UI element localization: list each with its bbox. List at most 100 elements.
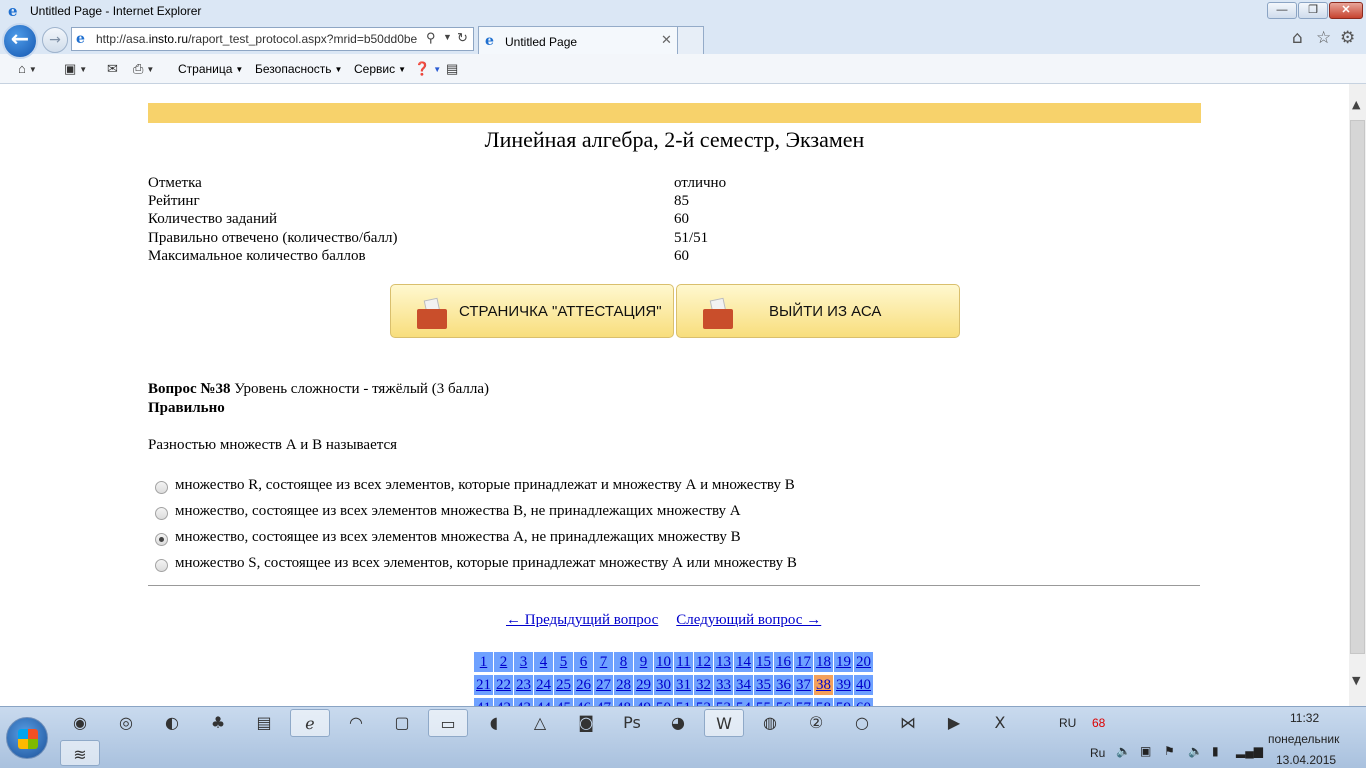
network-icon[interactable]: ▣: [1140, 744, 1151, 758]
power-icon[interactable]: ▮: [1212, 744, 1219, 758]
question-number-cell[interactable]: 58: [814, 698, 833, 706]
start-button[interactable]: [6, 717, 48, 759]
question-number-link[interactable]: 30: [656, 677, 671, 693]
question-number-link[interactable]: 32: [696, 677, 711, 693]
radio-button[interactable]: [155, 533, 168, 546]
next-question-link[interactable]: Следующий вопрос →: [676, 612, 821, 628]
question-number-link[interactable]: 24: [536, 677, 551, 693]
question-number-cell[interactable]: 2: [494, 652, 513, 672]
firefox-icon[interactable]: ◕: [658, 709, 698, 737]
internet-explorer-icon[interactable]: ℯ: [290, 709, 330, 737]
question-number-link[interactable]: 11: [676, 654, 690, 670]
question-number-cell[interactable]: 38: [814, 675, 833, 695]
radio-button[interactable]: [155, 481, 168, 494]
question-number-cell[interactable]: 29: [634, 675, 653, 695]
question-number-cell[interactable]: 25: [554, 675, 573, 695]
question-number-cell[interactable]: 20: [854, 652, 873, 672]
url-text[interactable]: http://asa.insto.ru/raport_test_protocol…: [96, 32, 422, 46]
new-tab-button[interactable]: [678, 26, 704, 54]
address-bar[interactable]: e http://asa.insto.ru/raport_test_protoc…: [71, 27, 474, 51]
question-number-cell[interactable]: 5: [554, 652, 573, 672]
question-number-link[interactable]: 27: [596, 677, 611, 693]
question-number-link[interactable]: 20: [856, 654, 871, 670]
question-number-cell[interactable]: 3: [514, 652, 533, 672]
app-orange-icon[interactable]: ②: [796, 709, 836, 737]
question-number-cell[interactable]: 24: [534, 675, 553, 695]
question-number-cell[interactable]: 21: [474, 675, 493, 695]
minimize-button[interactable]: —: [1267, 2, 1297, 19]
question-number-cell[interactable]: 8: [614, 652, 633, 672]
question-number-link[interactable]: 26: [576, 677, 591, 693]
question-number-cell[interactable]: 42: [494, 698, 513, 706]
question-number-cell[interactable]: 7: [594, 652, 613, 672]
question-number-cell[interactable]: 19: [834, 652, 853, 672]
clock-time[interactable]: 11:32: [1290, 711, 1319, 725]
question-number-cell[interactable]: 37: [794, 675, 813, 695]
wifi-app-icon[interactable]: ◠: [336, 709, 376, 737]
mail-icon[interactable]: ✉: [107, 61, 118, 77]
question-number-cell[interactable]: 9: [634, 652, 653, 672]
daemon-tools-icon[interactable]: ◐: [152, 709, 192, 737]
question-number-link[interactable]: 35: [756, 677, 771, 693]
notification-badge[interactable]: 68: [1092, 716, 1105, 730]
feeds-icon[interactable]: ▣ ▼: [64, 61, 87, 77]
back-button[interactable]: ←: [2, 23, 38, 59]
question-number-cell[interactable]: 53: [714, 698, 733, 706]
question-number-cell[interactable]: 12: [694, 652, 713, 672]
question-number-link[interactable]: 9: [640, 654, 648, 670]
question-number-cell[interactable]: 56: [774, 698, 793, 706]
gear-icon[interactable]: ⚙: [1340, 28, 1355, 48]
attestation-page-button[interactable]: СТРАНИЧКА "АТТЕСТАЦИЯ": [390, 284, 674, 338]
question-number-link[interactable]: 40: [856, 677, 871, 693]
question-number-cell[interactable]: 35: [754, 675, 773, 695]
question-number-cell[interactable]: 23: [514, 675, 533, 695]
signal-icon[interactable]: ▂▄▆: [1236, 744, 1263, 758]
scroll-up-icon[interactable]: ▲: [1352, 98, 1360, 111]
question-number-link[interactable]: 17: [796, 654, 811, 670]
vertical-scrollbar[interactable]: ▲ ▼: [1349, 84, 1366, 706]
question-number-cell[interactable]: 60: [854, 698, 873, 706]
address-dropdown-icon[interactable]: ▼: [443, 32, 452, 42]
speaker-app-icon[interactable]: ◖: [474, 709, 514, 737]
photoshop-icon[interactable]: Ps: [612, 709, 652, 737]
excel-icon[interactable]: X: [980, 709, 1020, 737]
question-number-link[interactable]: 22: [496, 677, 511, 693]
home-icon[interactable]: ⌂ ▼: [18, 61, 37, 76]
question-number-link[interactable]: 5: [560, 654, 568, 670]
question-number-cell[interactable]: 43: [514, 698, 533, 706]
question-number-link[interactable]: 3: [520, 654, 528, 670]
home-icon[interactable]: ⌂: [1292, 28, 1303, 48]
question-number-cell[interactable]: 59: [834, 698, 853, 706]
help-icon[interactable]: ❓ ▼: [414, 61, 441, 77]
maximize-button[interactable]: ❐: [1298, 2, 1328, 19]
question-number-cell[interactable]: 1: [474, 652, 493, 672]
question-number-cell[interactable]: 31: [674, 675, 693, 695]
question-number-link[interactable]: 15: [756, 654, 771, 670]
visual-studio-icon[interactable]: ⋈: [888, 709, 928, 737]
question-number-cell[interactable]: 30: [654, 675, 673, 695]
explorer-folder-icon[interactable]: ▭: [428, 709, 468, 737]
volume-icon[interactable]: 🔈: [1116, 744, 1131, 758]
question-number-cell[interactable]: 41: [474, 698, 493, 706]
question-number-cell[interactable]: 6: [574, 652, 593, 672]
question-number-link[interactable]: 25: [556, 677, 571, 693]
question-number-link[interactable]: 37: [796, 677, 811, 693]
question-number-link[interactable]: 19: [836, 654, 851, 670]
question-number-link[interactable]: 8: [620, 654, 628, 670]
question-number-link[interactable]: 10: [656, 654, 671, 670]
question-number-cell[interactable]: 36: [774, 675, 793, 695]
question-number-cell[interactable]: 39: [834, 675, 853, 695]
question-number-link[interactable]: 39: [836, 677, 851, 693]
radio-button[interactable]: [155, 507, 168, 520]
question-number-cell[interactable]: 28: [614, 675, 633, 695]
previous-question-link[interactable]: ← Предыдущий вопрос: [506, 612, 658, 628]
question-number-link[interactable]: 29: [636, 677, 651, 693]
question-number-cell[interactable]: 32: [694, 675, 713, 695]
question-number-link[interactable]: 18: [816, 654, 831, 670]
speaker-icon[interactable]: 🔈: [1188, 744, 1203, 758]
question-number-cell[interactable]: 57: [794, 698, 813, 706]
question-number-cell[interactable]: 18: [814, 652, 833, 672]
search-icon[interactable]: ⚲: [426, 30, 436, 46]
question-number-cell[interactable]: 55: [754, 698, 773, 706]
question-number-cell[interactable]: 44: [534, 698, 553, 706]
